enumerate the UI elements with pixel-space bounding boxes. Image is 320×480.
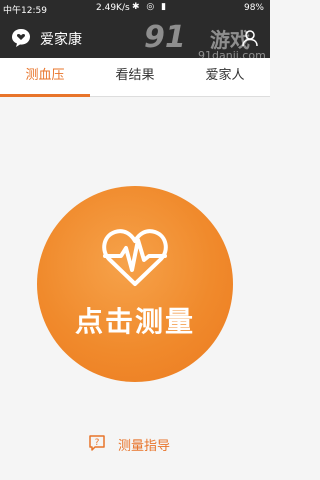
measure-guide-link[interactable]: ? 测量指导 xyxy=(0,432,270,456)
question-bubble-icon: ? xyxy=(89,435,105,451)
tab-family[interactable]: 爱家人 xyxy=(180,58,270,96)
app-title: 爱家康 xyxy=(40,32,82,48)
tab-results-label: 看结果 xyxy=(115,68,155,83)
status-battery: 98% xyxy=(243,3,264,13)
status-time: 中午12:59 xyxy=(3,6,47,16)
chat-bubble-heart-icon xyxy=(12,29,30,47)
watermark-logo: 91 xyxy=(144,20,186,55)
status-icons: ✱ ◎ ▮ xyxy=(132,2,169,12)
start-measure-button[interactable]: 点击测量 xyxy=(37,186,233,382)
tab-family-label: 爱家人 xyxy=(205,68,245,83)
status-speed: 2.49K/s xyxy=(96,3,130,13)
tab-measure-label: 测血压 xyxy=(25,68,65,83)
svg-text:?: ? xyxy=(95,438,100,448)
measure-guide-label: 测量指导 xyxy=(118,439,171,454)
heartbeat-icon xyxy=(102,229,168,286)
tab-results[interactable]: 看结果 xyxy=(90,58,180,96)
status-bar: 中午12:59 2.49K/s ✱ ◎ ▮ 98% xyxy=(0,0,270,18)
person-icon[interactable] xyxy=(240,28,260,48)
tab-active-indicator xyxy=(0,94,90,97)
start-measure-label: 点击测量 xyxy=(74,305,195,338)
app-header: 爱家康 91 游戏 91danji.com xyxy=(0,18,270,62)
tab-bar: 测血压 看结果 爱家人 xyxy=(0,58,270,97)
tab-measure[interactable]: 测血压 xyxy=(0,58,90,97)
